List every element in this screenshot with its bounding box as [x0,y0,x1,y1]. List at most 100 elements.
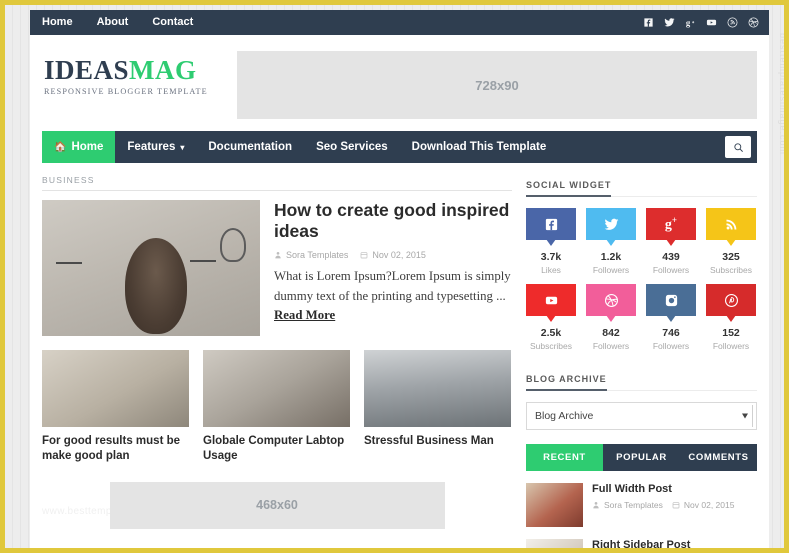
grid-post-3-title[interactable]: Stressful Business Man [364,434,511,449]
social-card-pinterest[interactable]: 152 Followers [706,284,756,351]
google-plus-count: 439 [662,251,680,263]
top-nav-item-about[interactable]: About [85,10,141,35]
grid-post-2-title[interactable]: Globale Computer Labtop Usage [203,434,350,464]
grid-post-1-title[interactable]: For good results must be make good plan [42,434,189,464]
site-header: IDEASMAG RESPONSIVE BLOGGER TEMPLATE 728… [30,35,769,131]
top-nav-item-contact[interactable]: Contact [140,10,205,35]
top-bar: Home About Contact g [30,10,769,35]
google-plus-glyph: g+ [664,214,678,233]
featured-post-thumbnail[interactable] [42,200,260,336]
social-widget-title: SOCIAL WIDGET [526,180,612,197]
site-logo[interactable]: IDEASMAG RESPONSIVE BLOGGER TEMPLATE [42,49,208,97]
facebook-label: Likes [541,265,561,275]
tab-recent[interactable]: RECENT [526,444,603,471]
facebook-icon[interactable] [526,208,576,240]
content-ad-banner[interactable]: 468x60 [109,481,445,529]
sidebar-post-1-date-label: Nov 02, 2015 [683,500,735,510]
social-card-instagram[interactable]: 746 Followers [646,284,696,351]
dribbble-icon[interactable] [586,284,636,316]
content-area: BUSINESS How to create good inspired ide… [30,163,769,553]
grid-post-1-thumbnail[interactable] [42,350,189,427]
google-plus-label: Followers [652,265,690,275]
header-ad-banner[interactable]: 728x90 [237,51,757,119]
chevron-down-icon [742,413,748,419]
select-divider [752,405,753,427]
blog-archive-header: BLOG ARCHIVE [526,369,757,391]
section-label-recent-posts: RECENT POSTS [42,547,123,553]
instagram-icon[interactable] [646,284,696,316]
search-button[interactable] [725,136,751,158]
edge-watermark-right: besttemplatesimage.com [778,32,788,155]
top-nav-item-home[interactable]: Home [30,10,85,35]
social-widget-grid: 3.7k Likes 1.2k Followers g+ 439 Followe… [526,208,757,351]
sidebar-post-1-meta: Sora Templates Nov 02, 2015 [592,500,734,510]
top-nav: Home About Contact [30,10,205,35]
svg-text:g: g [685,18,690,28]
grid-post-3-thumbnail[interactable] [364,350,511,427]
blog-archive-title: BLOG ARCHIVE [526,374,607,391]
twitter-label: Followers [592,265,630,275]
featured-post-excerpt-text: What is Lorem Ipsum?Lorem Ipsum is simpl… [274,268,511,303]
list-item[interactable]: Full Width Post Sora Templates Nov 02, 2… [526,483,757,527]
page-sheet: Home About Contact g IDEASMAG RESPONSIVE… [30,10,769,553]
logo-tagline: RESPONSIVE BLOGGER TEMPLATE [44,87,208,96]
main-column: BUSINESS How to create good inspired ide… [42,175,512,553]
nav-item-features[interactable]: Features ▾ [115,131,196,163]
rss-count: 325 [722,251,740,263]
sidebar-post-2-thumbnail[interactable] [526,539,583,548]
social-card-dribbble[interactable]: 842 Followers [586,284,636,351]
nav-item-documentation[interactable]: Documentation [196,131,304,163]
grid-post-1[interactable]: For good results must be make good plan [42,350,189,464]
nav-item-seo-services[interactable]: Seo Services [304,131,400,163]
featured-post-title[interactable]: How to create good inspired ideas [274,200,512,243]
twitter-icon[interactable] [663,17,675,29]
rss-icon[interactable] [706,208,756,240]
featured-post[interactable]: How to create good inspired ideas Sora T… [42,200,512,336]
google-plus-icon[interactable]: g+ [646,208,696,240]
sidebar-post-1-title[interactable]: Full Width Post [592,483,734,495]
read-more-link[interactable]: Read More [274,308,335,322]
pinterest-label: Followers [712,341,750,351]
social-card-google-plus[interactable]: g+ 439 Followers [646,208,696,275]
social-card-rss[interactable]: 325 Subscribes [706,208,756,275]
sidebar-post-1-author: Sora Templates [592,500,663,510]
facebook-icon[interactable] [642,17,654,29]
instagram-label: Followers [652,341,690,351]
sidebar-post-1-thumbnail[interactable] [526,483,583,527]
sidebar-post-1-author-label: Sora Templates [604,500,663,510]
nav-item-home-label: Home [71,141,104,153]
twitter-icon[interactable] [586,208,636,240]
home-icon: 🏠 [54,141,67,153]
logo-text: IDEASMAG [44,57,208,84]
blog-archive-select[interactable]: Blog Archive [526,402,757,430]
user-icon [275,251,281,259]
section-label-business: BUSINESS [42,175,512,191]
social-card-twitter[interactable]: 1.2k Followers [586,208,636,275]
logo-text-part1: IDEAS [44,55,130,85]
dribbble-count: 842 [602,327,620,339]
nav-item-home[interactable]: 🏠 Home [42,131,116,163]
list-item[interactable]: Right Sidebar Post Sora Templates Nov 02… [526,539,757,548]
pinterest-icon[interactable] [706,284,756,316]
social-card-youtube[interactable]: 2.5k Subscribes [526,284,576,351]
grid-post-3[interactable]: Stressful Business Man [364,350,511,464]
sidebar-post-2-title[interactable]: Right Sidebar Post [592,539,734,548]
rss-icon[interactable] [726,17,738,29]
youtube-icon[interactable] [705,17,717,29]
featured-post-excerpt: What is Lorem Ipsum?Lorem Ipsum is simpl… [274,267,512,326]
lightbulb-icon [220,228,246,262]
youtube-icon[interactable] [526,284,576,316]
tab-popular[interactable]: POPULAR [603,444,680,471]
twitter-count: 1.2k [600,251,622,263]
featured-post-date: Nov 02, 2015 [360,250,426,260]
dribbble-icon[interactable] [747,17,759,29]
social-card-facebook[interactable]: 3.7k Likes [526,208,576,275]
nav-item-download-template[interactable]: Download This Template [400,131,559,163]
post-grid: For good results must be make good plan … [42,350,512,464]
tab-comments[interactable]: COMMENTS [680,444,757,471]
blog-archive-selected-value: Blog Archive [535,410,594,422]
grid-post-2-thumbnail[interactable] [203,350,350,427]
grid-post-2[interactable]: Globale Computer Labtop Usage [203,350,350,464]
google-plus-icon[interactable]: g [684,17,696,29]
featured-post-meta: Sora Templates Nov 02, 2015 [274,250,512,260]
